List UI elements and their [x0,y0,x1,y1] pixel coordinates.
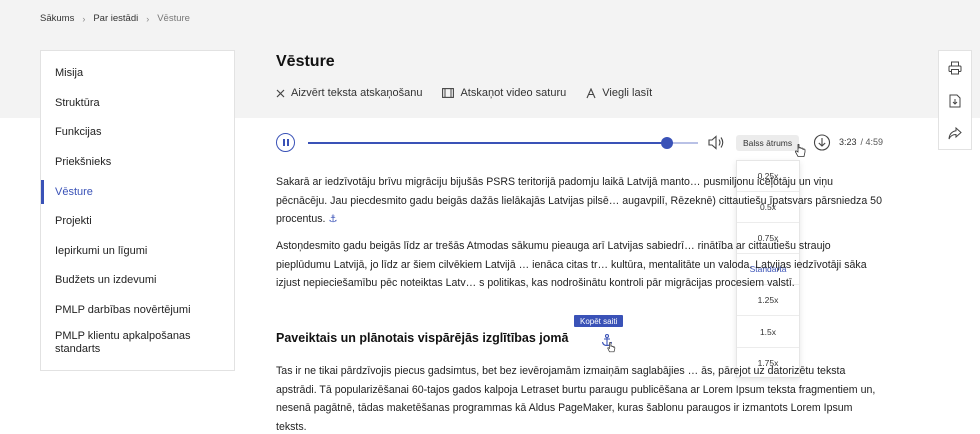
sidebar-item-budget[interactable]: Budžets un izdevumi [41,266,234,296]
sidebar-item-head[interactable]: Priekšnieks [41,148,234,178]
speed-option[interactable]: 1.5x [737,316,799,348]
volume-icon[interactable] [708,135,726,150]
pause-icon-bar [282,139,285,146]
sidebar-item-evaluations[interactable]: PMLP darbības novērtējumi [41,296,234,326]
audio-player: Balss ātrums 3:23/ 4:59 [276,132,916,157]
speed-button[interactable]: Balss ātrums [736,135,800,151]
sidebar-item-projects[interactable]: Projekti [41,207,234,237]
breadcrumb: Sākums › Par iestādi › Vēsture [40,13,190,24]
sidebar-item-functions[interactable]: Funkcijas [41,118,234,148]
close-tts-label: Aizvērt teksta atskaņošanu [291,87,423,99]
sidebar-item-mission[interactable]: Misija [41,59,234,89]
share-icon[interactable] [948,126,962,140]
easy-read-icon [586,87,596,98]
content-actions: Aizvērt teksta atskaņošanu Atskaņot vide… [276,87,652,99]
breadcrumb-home[interactable]: Sākums [40,13,74,24]
paragraph-text: Sakarā ar iedzīvotāju brīvu migrāciju bi… [276,176,882,225]
film-icon [442,88,455,98]
anchor-link-icon[interactable]: ⚓ [328,214,337,225]
sidebar-nav: Misija Struktūra Funkcijas Priekšnieks V… [40,50,235,371]
easy-read-label: Viegli lasīt [602,87,653,99]
pdf-download-icon[interactable] [949,94,961,108]
page-tools [938,50,972,150]
pause-icon-bar [286,139,289,146]
progress-slider[interactable] [308,137,698,149]
total-time: / 4:59 [860,137,884,147]
easy-read-button[interactable]: Viegli lasīt [586,87,652,99]
progress-fill [308,142,667,144]
content-paragraph: Tas ir ne tikai pārdzīvojis piecus gadsi… [276,365,876,433]
current-time: 3:23 [839,137,857,147]
close-icon [276,89,285,97]
section-heading: Paveiktais un plānotais vispārējās izglī… [276,331,569,345]
play-video-button[interactable]: Atskaņot video saturu [442,87,566,99]
breadcrumb-current: Vēsture [157,13,190,24]
breadcrumb-about[interactable]: Par iestādi [93,13,138,24]
download-icon[interactable] [813,134,831,151]
sidebar-item-structure[interactable]: Struktūra [41,89,234,119]
breadcrumb-separator: › [82,13,86,24]
print-icon[interactable] [948,61,962,75]
sidebar-item-procurement[interactable]: Iepirkumi un līgumi [41,237,234,267]
page-title: Vēsture [276,53,335,70]
close-tts-button[interactable]: Aizvērt teksta atskaņošanu [276,87,422,99]
progress-handle[interactable] [660,137,673,149]
content-paragraph: Astoņdesmito gadu beigās līdz ar trešās … [276,240,867,289]
time-readout: 3:23/ 4:59 [839,137,883,147]
content-paragraph: Sakarā ar iedzīvotāju brīvu migrāciju bi… [276,173,886,230]
sidebar-item-history[interactable]: Vēsture [41,177,234,207]
breadcrumb-separator: › [146,13,150,24]
copy-link-tooltip: Kopēt saiti [574,315,624,327]
hand-cursor-icon [794,144,806,157]
play-video-label: Atskaņot video saturu [460,87,567,99]
sidebar-item-service-standard[interactable]: PMLP klientu apkalpošanas standarts [41,325,234,361]
pause-button[interactable] [276,133,295,152]
anchor-link-icon[interactable] [601,333,617,353]
